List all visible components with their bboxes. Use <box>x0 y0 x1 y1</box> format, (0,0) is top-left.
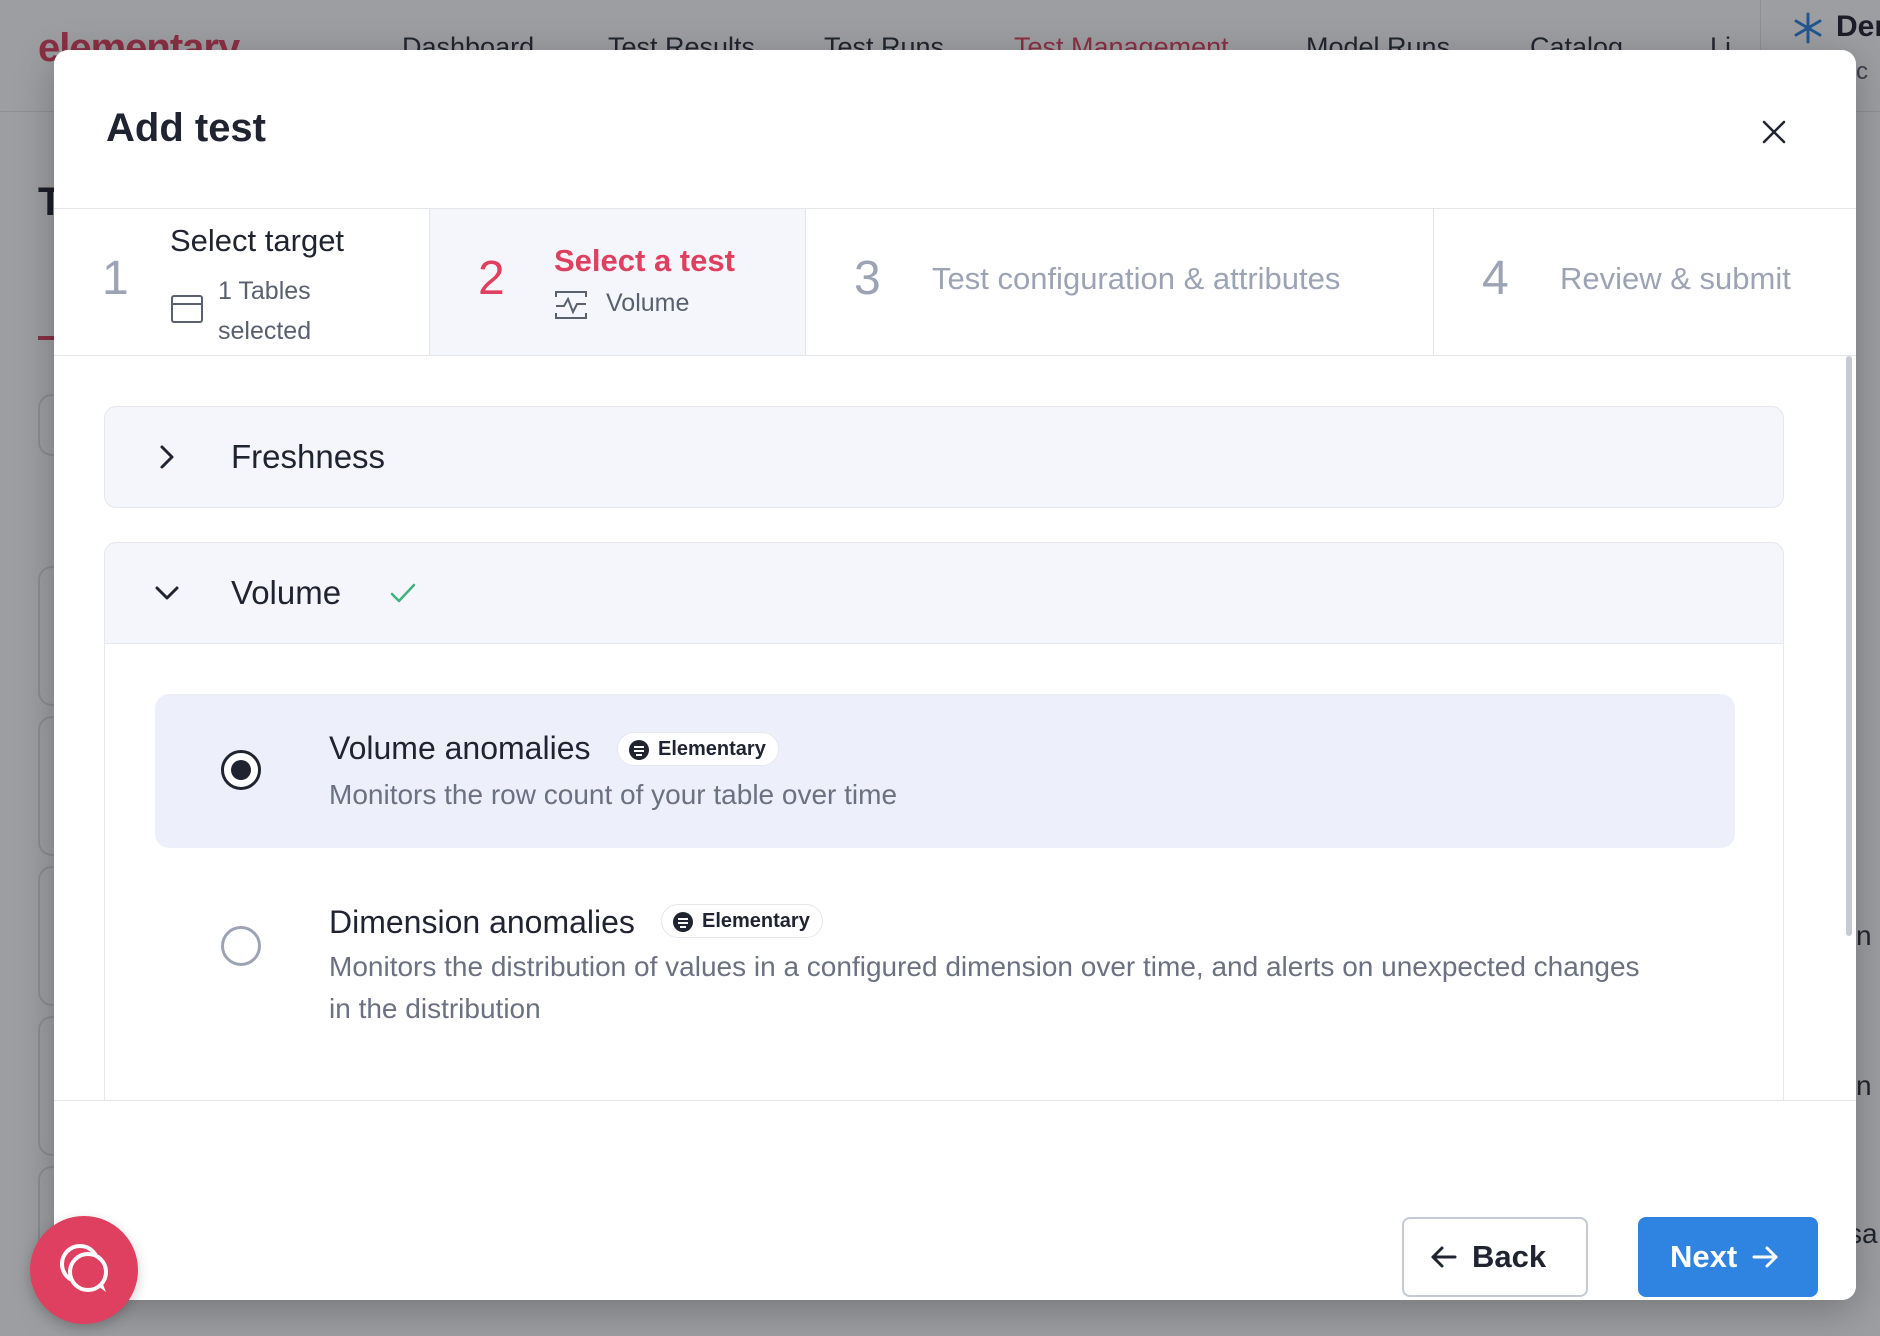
test-category-list: Freshness Volume Volume anomalies Elemen… <box>54 356 1856 1100</box>
step-test-configuration[interactable]: 3 Test configuration & attributes <box>806 209 1434 355</box>
step-sub-label: Volume <box>606 289 690 317</box>
step-number: 4 <box>1482 252 1509 305</box>
option-description: Monitors the distribution of values in a… <box>329 951 1640 1024</box>
arrow-right-icon <box>1752 1246 1778 1268</box>
step-number: 1 <box>102 252 129 305</box>
chevron-right-icon <box>160 445 174 469</box>
radio-unselected[interactable] <box>221 926 261 966</box>
step-label: Test configuration & attributes <box>932 261 1341 296</box>
step-select-target[interactable]: 1 Select target 1 Tables selected <box>54 209 430 355</box>
chat-bubbles-icon <box>60 1244 108 1292</box>
arrow-left-icon <box>1431 1246 1457 1268</box>
elementary-logo-icon <box>673 912 693 932</box>
option-description: Monitors the row count of your table ove… <box>329 779 898 810</box>
elementary-logo-icon <box>629 740 649 760</box>
next-button[interactable]: Next <box>1638 1217 1818 1297</box>
step-sub-label: 1 Tables selected <box>218 277 312 345</box>
step-label: Select target <box>170 223 345 258</box>
step-number: 2 <box>478 252 505 305</box>
modal-footer: Back Next <box>54 1100 1856 1300</box>
category-volume: Volume Volume anomalies Elementary Monit… <box>104 542 1784 1100</box>
category-title: Volume <box>231 574 342 611</box>
step-review-submit[interactable]: 4 Review & submit <box>1434 209 1856 355</box>
category-freshness: Freshness <box>104 406 1784 508</box>
option-title: Dimension anomalies <box>329 904 635 940</box>
table-icon <box>171 295 203 323</box>
chevron-down-icon <box>155 586 179 600</box>
option-title: Volume anomalies <box>329 730 591 766</box>
badge-label: Elementary <box>702 910 810 932</box>
next-button-label: Next <box>1670 1239 1738 1274</box>
category-freshness-header[interactable]: Freshness <box>105 407 1783 507</box>
step-number: 3 <box>854 252 881 305</box>
option-volume-anomalies[interactable]: Volume anomalies Elementary Monitors the… <box>155 694 1735 848</box>
category-title: Freshness <box>231 438 386 475</box>
scrollbar-thumb[interactable] <box>1846 356 1852 936</box>
chat-launcher-button[interactable] <box>30 1216 138 1324</box>
add-test-modal: Add test 1 Select target 1 Tables select… <box>54 50 1856 1300</box>
back-button-label: Back <box>1472 1239 1547 1274</box>
modal-title: Add test <box>106 106 266 150</box>
volume-chart-icon <box>555 291 587 319</box>
stepper: 1 Select target 1 Tables selected 2 Sele… <box>54 208 1856 356</box>
check-icon <box>390 583 416 603</box>
elementary-badge: Elementary <box>617 732 779 766</box>
step-select-a-test[interactable]: 2 Select a test Volume <box>430 209 806 355</box>
radio-selected[interactable] <box>221 750 261 790</box>
category-volume-header[interactable]: Volume <box>105 543 1783 643</box>
elementary-badge: Elementary <box>661 904 823 938</box>
badge-label: Elementary <box>658 738 766 760</box>
back-button[interactable]: Back <box>1402 1217 1588 1297</box>
close-icon[interactable] <box>1754 112 1794 152</box>
step-label: Review & submit <box>1560 261 1791 296</box>
option-dimension-anomalies[interactable]: Dimension anomalies Elementary Monitors … <box>155 870 1735 1040</box>
step-label: Select a test <box>554 243 735 278</box>
category-volume-options: Volume anomalies Elementary Monitors the… <box>105 643 1783 1100</box>
